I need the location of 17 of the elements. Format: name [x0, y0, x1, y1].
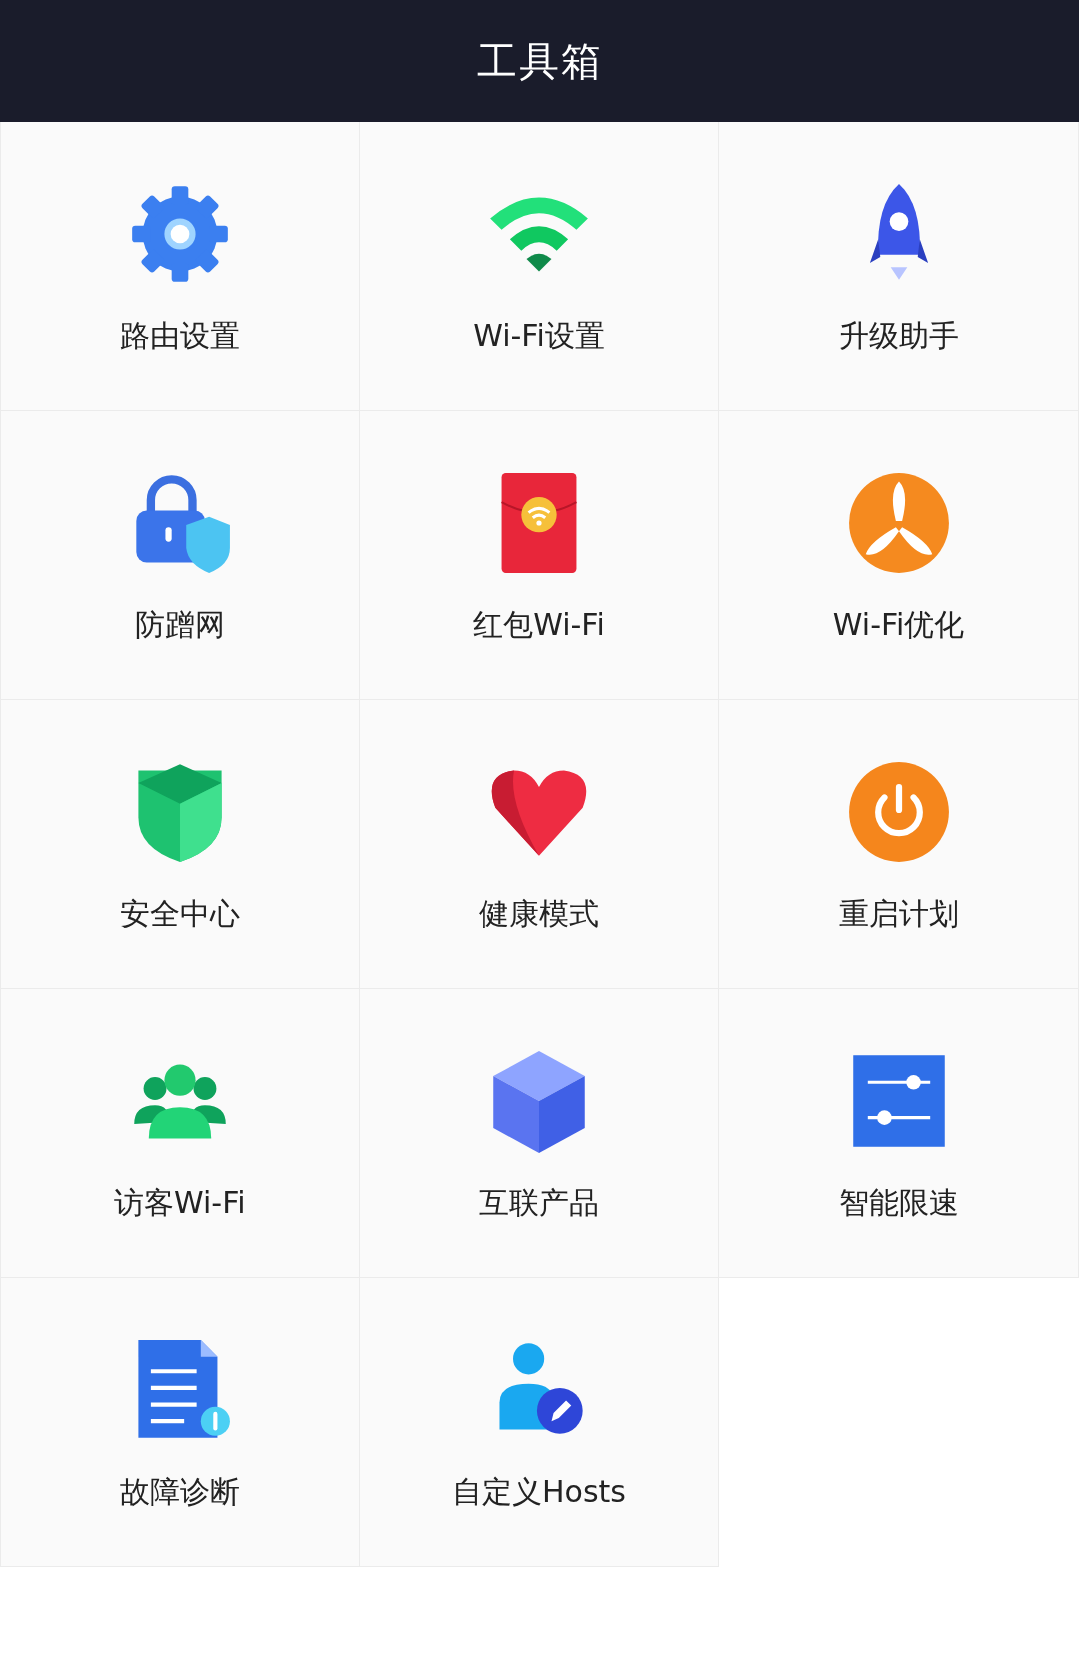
tool-button[interactable]: Wi-Fi优化: [719, 411, 1079, 700]
tool-button[interactable]: 自定义Hosts: [359, 1278, 720, 1567]
page-title: 工具箱: [476, 36, 603, 86]
power-icon: [846, 760, 951, 864]
tool-button[interactable]: 健康模式: [359, 700, 720, 989]
tool-button[interactable]: 故障诊断: [0, 1278, 360, 1567]
fan-icon: [846, 471, 951, 575]
tool-button[interactable]: 安全中心: [0, 700, 360, 989]
tool-button[interactable]: 重启计划: [719, 700, 1079, 989]
tool-button[interactable]: 访客Wi-Fi: [0, 989, 360, 1278]
tool-button[interactable]: 防蹭网: [0, 411, 360, 700]
tool-button[interactable]: 路由设置: [0, 122, 360, 411]
tool-button[interactable]: 互联产品: [359, 989, 720, 1278]
tool-button[interactable]: 升级助手: [719, 122, 1079, 411]
tool-button[interactable]: 红包Wi-Fi: [359, 411, 720, 700]
tool-button[interactable]: 智能限速: [719, 989, 1079, 1278]
tool-button[interactable]: Wi-Fi设置: [359, 122, 720, 411]
